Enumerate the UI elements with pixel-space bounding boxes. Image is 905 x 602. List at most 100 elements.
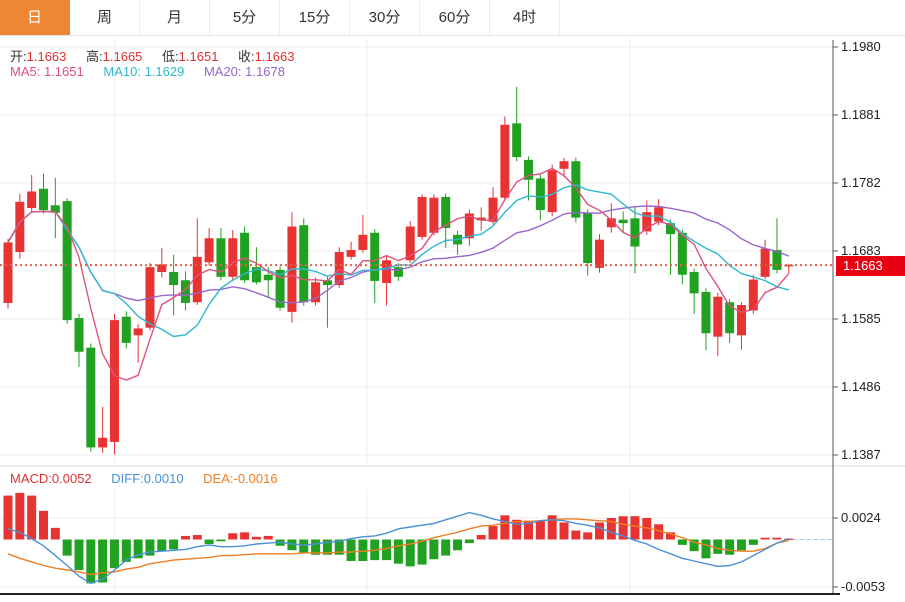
macd-bar — [418, 540, 427, 565]
macd-bar — [761, 538, 770, 540]
macd-bar — [193, 535, 202, 539]
macd-bar — [441, 540, 450, 556]
tab-4hour[interactable]: 4时 — [490, 0, 560, 35]
candle-body — [512, 123, 521, 157]
open-value: 1.1663 — [27, 49, 67, 64]
candle-body — [134, 328, 143, 335]
macd-bar — [477, 535, 486, 539]
macd-bar — [86, 540, 95, 584]
macd-bar — [74, 540, 83, 570]
macd-bar — [216, 540, 225, 542]
candle-body — [630, 218, 639, 246]
candle-body — [583, 213, 592, 263]
candle-body — [39, 189, 48, 210]
candle-body — [500, 125, 509, 198]
macd-bar — [429, 540, 438, 560]
y-axis-label: 1.1486 — [841, 379, 881, 394]
diff-value-legend: DIFF:0.0010 — [111, 471, 183, 486]
macd-bar — [595, 522, 604, 539]
candle-body — [418, 197, 427, 237]
low-label: 低: — [162, 49, 179, 64]
macd-bar — [394, 540, 403, 564]
macd-bar — [4, 496, 13, 540]
candle-body — [536, 178, 545, 210]
candle-body — [654, 207, 663, 221]
candle-body — [370, 233, 379, 281]
ma-legend: MA5: 1.1651 MA10: 1.1629 MA20: 1.1678 — [10, 64, 285, 79]
candle-body — [122, 317, 131, 343]
tab-month[interactable]: 月 — [140, 0, 210, 35]
tab-60min[interactable]: 60分 — [420, 0, 490, 35]
low-value: 1.1651 — [179, 49, 219, 64]
current-price-badge: 1.1663 — [836, 256, 905, 276]
y-axis-label: 1.1881 — [841, 107, 881, 122]
macd-bar — [205, 540, 214, 544]
macd-bar — [299, 540, 308, 553]
candle-body — [86, 348, 95, 448]
candle-body — [548, 170, 557, 212]
candle-body — [619, 220, 628, 223]
macd-bar — [252, 537, 261, 540]
macd-bar — [749, 540, 758, 545]
macd-bar — [571, 531, 580, 540]
candle-body — [169, 272, 178, 285]
macd-bar — [347, 540, 356, 562]
tab-day[interactable]: 日 — [0, 0, 70, 35]
tab-week[interactable]: 周 — [70, 0, 140, 35]
candle-body — [382, 260, 391, 283]
candle-body — [358, 235, 367, 250]
macd-bar — [489, 526, 498, 539]
macd-axis-label: 0.0024 — [841, 510, 881, 525]
macd-bar — [228, 533, 237, 539]
close-label: 收: — [238, 49, 255, 64]
candle-body — [98, 438, 107, 448]
macd-bar — [181, 536, 190, 540]
y-axis-label: 1.1387 — [841, 447, 881, 462]
candle-body — [701, 292, 710, 333]
candle-body — [228, 238, 237, 277]
macd-axis-label: -0.0053 — [841, 579, 885, 594]
macd-bar — [453, 540, 462, 551]
candle-body — [205, 238, 214, 262]
macd-bar — [63, 540, 72, 556]
macd-value-legend: MACD:0.0052 — [10, 471, 92, 486]
candle-body — [299, 225, 308, 302]
candle-body — [4, 242, 13, 303]
ma10-legend: MA10: 1.1629 — [103, 64, 184, 79]
macd-bar — [701, 540, 710, 559]
timeframe-tabbar: 日 周 月 5分 15分 30分 60分 4时 — [0, 0, 905, 36]
macd-bar — [713, 540, 722, 554]
y-axis-label: 1.1980 — [841, 39, 881, 54]
candle-body — [690, 272, 699, 293]
y-axis-label: 1.1782 — [841, 175, 881, 190]
high-value: 1.1665 — [103, 49, 143, 64]
candle-body — [110, 320, 119, 442]
candle-body — [713, 297, 722, 337]
candle-body — [678, 233, 687, 275]
macd-bar — [51, 528, 60, 540]
dea-value-legend: DEA:-0.0016 — [203, 471, 277, 486]
chart-area[interactable]: 1.19801.18811.17821.16831.15851.14861.13… — [0, 36, 905, 602]
ma5-legend: MA5: 1.1651 — [10, 64, 84, 79]
macd-bar — [157, 540, 166, 552]
macd-bar — [110, 540, 119, 569]
candle-body — [264, 275, 273, 281]
candle-body — [560, 161, 569, 169]
high-label: 高: — [86, 49, 103, 64]
macd-bar — [737, 540, 746, 551]
macd-bar — [27, 496, 36, 540]
tab-5min[interactable]: 5分 — [210, 0, 280, 35]
macd-bar — [536, 521, 545, 540]
macd-bar — [39, 511, 48, 540]
tab-30min[interactable]: 30分 — [350, 0, 420, 35]
candle-body — [63, 201, 72, 320]
tab-15min[interactable]: 15分 — [280, 0, 350, 35]
macd-bar — [264, 536, 273, 540]
macd-bar — [630, 516, 639, 539]
macd-bar — [772, 538, 781, 540]
macd-bar — [725, 540, 734, 555]
macd-bar — [560, 522, 569, 539]
candle-body — [347, 250, 356, 257]
macd-bar — [465, 540, 474, 544]
candle-body — [74, 318, 83, 352]
